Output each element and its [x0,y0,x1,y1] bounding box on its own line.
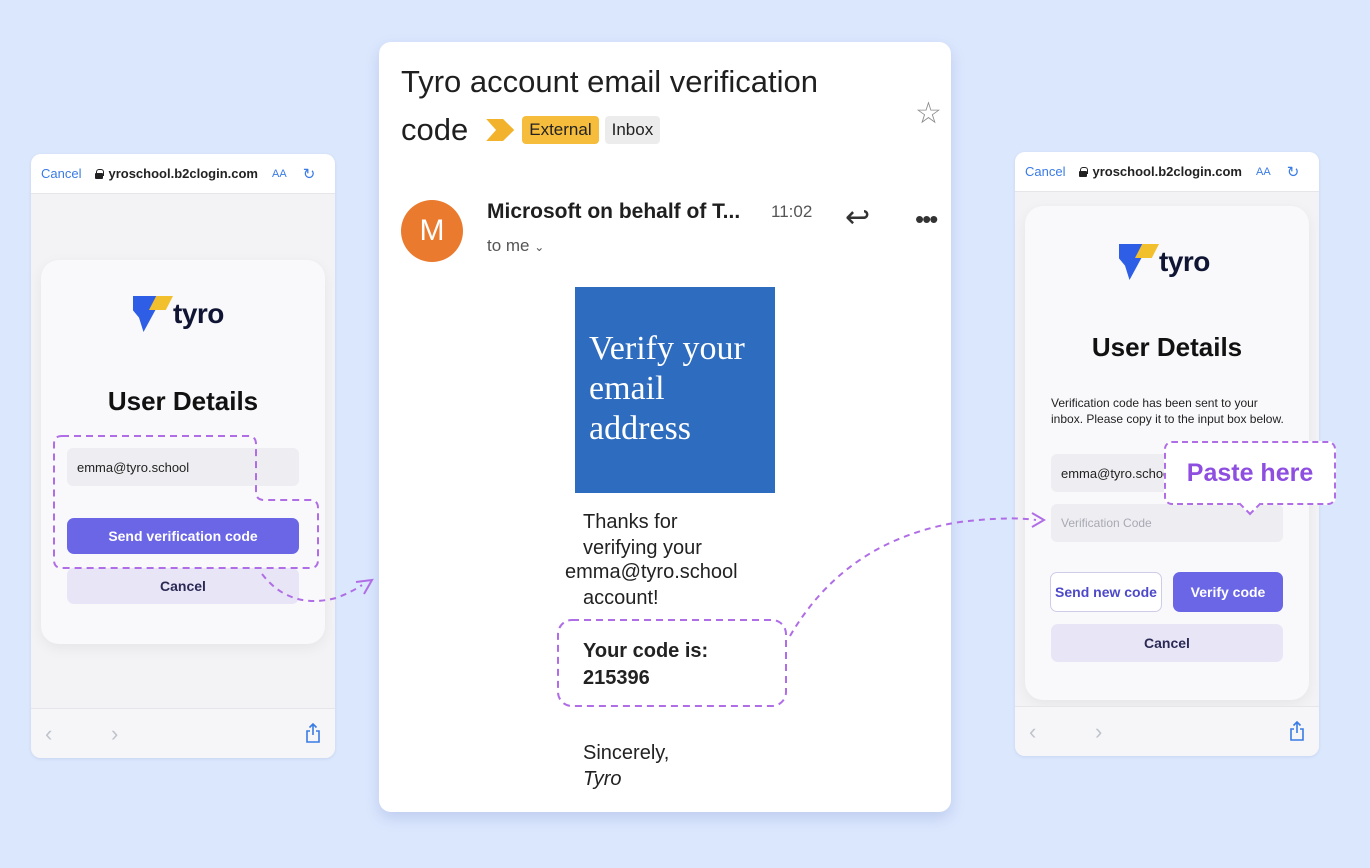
cancel-button[interactable]: Cancel [1051,624,1283,662]
sender-avatar[interactable]: M [401,200,463,262]
send-verification-code-button[interactable]: Send verification code [67,518,299,554]
url-cancel-button[interactable]: Cancel [1025,164,1065,179]
share-icon[interactable] [1289,721,1305,741]
text-size-button[interactable]: AA [1256,166,1271,178]
star-icon[interactable]: ☆ [915,96,942,131]
verification-code-block: Your code is: 215396 [583,638,708,692]
verify-code-button[interactable]: Verify code [1173,572,1283,612]
email-message-panel: Tyro account email verification code Ext… [379,42,951,812]
logo-text: tyro [1159,246,1210,277]
logo-text: tyro [173,298,224,329]
back-icon[interactable]: ‹ [45,721,52,747]
chevron-down-icon: ⌄ [534,240,545,254]
code-label: Your code is: [583,640,709,662]
paste-here-callout: Paste here [1164,441,1336,505]
inbox-label[interactable]: Inbox [604,116,661,144]
url-text[interactable]: yroschool.b2clogin.com [1092,164,1242,179]
verify-email-banner: Verify your email address [575,287,775,493]
lock-icon [95,168,105,179]
url-text[interactable]: yroschool.b2clogin.com [108,166,258,181]
verification-sent-message: Verification code has been sent to your … [1051,396,1284,426]
cancel-button[interactable]: Cancel [67,568,299,604]
body-line: Thanks for [583,511,678,533]
send-new-code-button[interactable]: Send new code [1050,572,1162,612]
banner-line: address [589,410,691,447]
email-body-intro: Thanks for verifying your [583,509,702,561]
reload-icon[interactable]: ↻ [303,165,316,183]
email-field[interactable]: emma@tyro.school [67,448,299,486]
text-size-button[interactable]: AA [272,168,287,180]
recipient-details-toggle[interactable]: to me ⌄ [487,236,544,256]
tyro-logo: tyro [131,294,224,334]
banner-line: email [589,370,665,407]
browser-url-bar: Cancel yroschool.b2clogin.com AA ↻ [31,154,335,194]
subject-line-1: Tyro account email verification [401,64,818,99]
tyro-logo: tyro [1117,242,1210,282]
external-label: External [522,116,599,144]
forward-icon[interactable]: › [111,721,118,747]
body-line: account! [583,587,659,609]
email-time: 11:02 [771,202,813,221]
importance-marker-icon[interactable] [486,119,515,141]
signature: Tyro [583,768,622,790]
email-subject: Tyro account email verification code Ext… [401,58,881,154]
banner-line: Verify your [589,330,745,367]
page-title: User Details [107,386,259,416]
more-options-icon[interactable]: ••• [915,204,938,235]
browser-bottom-bar: ‹ › [31,708,335,758]
sign-off: Sincerely, [583,742,670,764]
recipient-text: to me [487,236,530,255]
reply-icon[interactable]: ↩ [845,200,870,235]
lock-icon [1079,166,1089,177]
forward-icon[interactable]: › [1095,719,1102,745]
back-icon[interactable]: ‹ [1029,719,1036,745]
body-line: verifying your [583,537,702,559]
tyro-logo-icon [131,294,175,334]
subject-line-2: code [401,112,469,147]
tyro-logo-icon [1117,242,1161,282]
left-phone-screen: Cancel yroschool.b2clogin.com AA ↻ tyro … [31,154,335,758]
sender-name[interactable]: Microsoft on behalf of T... [487,200,740,224]
page-title: User Details [1091,332,1243,362]
browser-bottom-bar: ‹ › [1015,706,1319,756]
verification-code-value[interactable]: 215396 [583,665,708,692]
browser-url-bar: Cancel yroschool.b2clogin.com AA ↻ [1015,152,1319,192]
body-email-address: emma@tyro.school [565,561,738,583]
reload-icon[interactable]: ↻ [1287,163,1300,181]
share-icon[interactable] [305,723,321,743]
url-cancel-button[interactable]: Cancel [41,166,81,181]
